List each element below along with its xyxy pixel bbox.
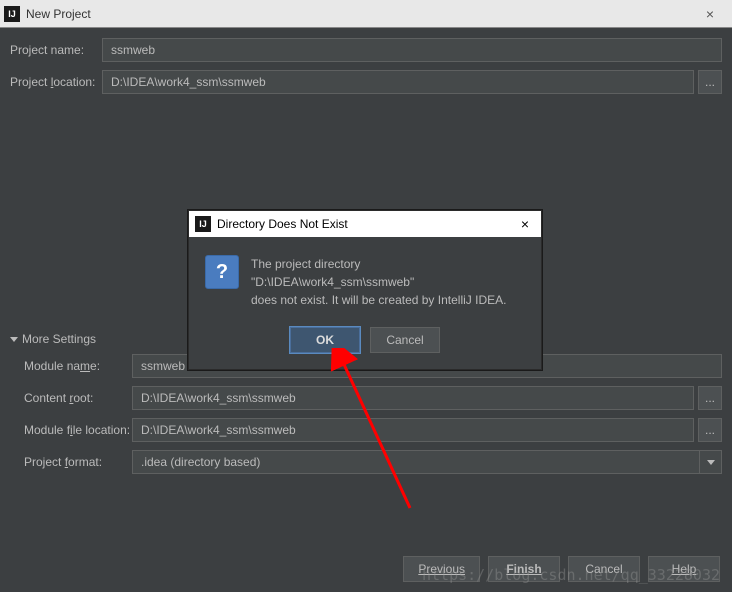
more-settings-label: More Settings	[22, 332, 96, 346]
cancel-label: Cancel	[585, 562, 622, 576]
project-location-value: D:\IDEA\work4_ssm\ssmweb	[111, 75, 266, 89]
project-format-label: Project format:	[24, 455, 132, 469]
directory-not-exist-dialog: IJ Directory Does Not Exist × ? The proj…	[188, 210, 542, 370]
module-file-row: Module file location: D:\IDEA\work4_ssm\…	[10, 418, 722, 442]
dialog-body: ? The project directory "D:\IDEA\work4_s…	[189, 237, 541, 319]
label-mnemonic: m	[80, 359, 90, 373]
previous-button[interactable]: Previous	[403, 556, 480, 582]
project-location-label: Project location:	[10, 75, 102, 89]
project-name-input[interactable]: ssmweb	[102, 38, 722, 62]
content-root-row: Content root: D:\IDEA\work4_ssm\ssmweb .…	[10, 386, 722, 410]
label-part: Content	[24, 391, 69, 405]
project-location-row: Project location: D:\IDEA\work4_ssm\ssmw…	[10, 70, 722, 94]
ellipsis-icon: ...	[705, 423, 715, 437]
label-part: oot:	[73, 391, 93, 405]
window-close-button[interactable]: ×	[692, 6, 728, 22]
content-root-label: Content root:	[24, 391, 132, 405]
module-name-value: ssmweb	[141, 359, 185, 373]
msg-line: does not exist. It will be created by In…	[251, 291, 506, 309]
project-location-input[interactable]: D:\IDEA\work4_ssm\ssmweb	[102, 70, 694, 94]
content-root-input[interactable]: D:\IDEA\work4_ssm\ssmweb	[132, 386, 694, 410]
cancel-button[interactable]: Cancel	[568, 556, 640, 582]
project-location-browse-button[interactable]: ...	[698, 70, 722, 94]
dialog-cancel-label: Cancel	[386, 333, 423, 347]
module-file-label: Module file location:	[24, 423, 132, 437]
dialog-titlebar: IJ Directory Does Not Exist ×	[189, 211, 541, 237]
label-part: Project	[10, 75, 51, 89]
label-part: Module na	[24, 359, 80, 373]
ellipsis-icon: ...	[705, 75, 715, 89]
chevron-down-icon	[10, 337, 18, 342]
app-icon: IJ	[4, 6, 20, 22]
window-titlebar: IJ New Project ×	[0, 0, 732, 28]
wizard-button-bar: Previous Finish Cancel Help	[403, 556, 720, 582]
chevron-down-icon	[699, 451, 721, 473]
label-part: le location:	[73, 423, 130, 437]
previous-label: Previous	[418, 562, 465, 576]
project-name-label: Project name:	[10, 43, 102, 57]
content-root-value: D:\IDEA\work4_ssm\ssmweb	[141, 391, 296, 405]
ok-button[interactable]: OK	[290, 327, 360, 353]
label-part: ocation:	[53, 75, 95, 89]
project-format-row: Project format: .idea (directory based)	[10, 450, 722, 474]
ok-label: OK	[316, 333, 334, 347]
app-icon: IJ	[195, 216, 211, 232]
top-form: Project name: ssmweb Project location: D…	[0, 28, 732, 94]
module-file-browse-button[interactable]: ...	[698, 418, 722, 442]
dialog-close-button[interactable]: ×	[515, 216, 535, 232]
dialog-cancel-button[interactable]: Cancel	[370, 327, 440, 353]
project-format-value: .idea (directory based)	[141, 455, 260, 469]
dialog-message: The project directory "D:\IDEA\work4_ssm…	[251, 255, 506, 309]
dialog-title: Directory Does Not Exist	[217, 217, 515, 231]
label-part: e:	[90, 359, 100, 373]
msg-line: The project directory	[251, 255, 506, 273]
label-part: Module f	[24, 423, 70, 437]
project-name-label-text: Project name:	[10, 43, 84, 57]
project-name-row: Project name: ssmweb	[10, 38, 722, 62]
finish-button[interactable]: Finish	[488, 556, 560, 582]
ellipsis-icon: ...	[705, 391, 715, 405]
content-root-browse-button[interactable]: ...	[698, 386, 722, 410]
project-format-select[interactable]: .idea (directory based)	[132, 450, 722, 474]
window-title: New Project	[26, 7, 692, 21]
msg-line: "D:\IDEA\work4_ssm\ssmweb"	[251, 273, 506, 291]
module-file-value: D:\IDEA\work4_ssm\ssmweb	[141, 423, 296, 437]
question-icon: ?	[205, 255, 239, 289]
label-part: ormat:	[68, 455, 102, 469]
help-button[interactable]: Help	[648, 556, 720, 582]
help-label: Help	[672, 562, 697, 576]
project-name-value: ssmweb	[111, 43, 155, 57]
module-file-input[interactable]: D:\IDEA\work4_ssm\ssmweb	[132, 418, 694, 442]
label-part: Project	[24, 455, 65, 469]
module-name-label: Module name:	[24, 359, 132, 373]
dialog-buttons: OK Cancel	[189, 319, 541, 369]
finish-label: Finish	[506, 562, 541, 576]
